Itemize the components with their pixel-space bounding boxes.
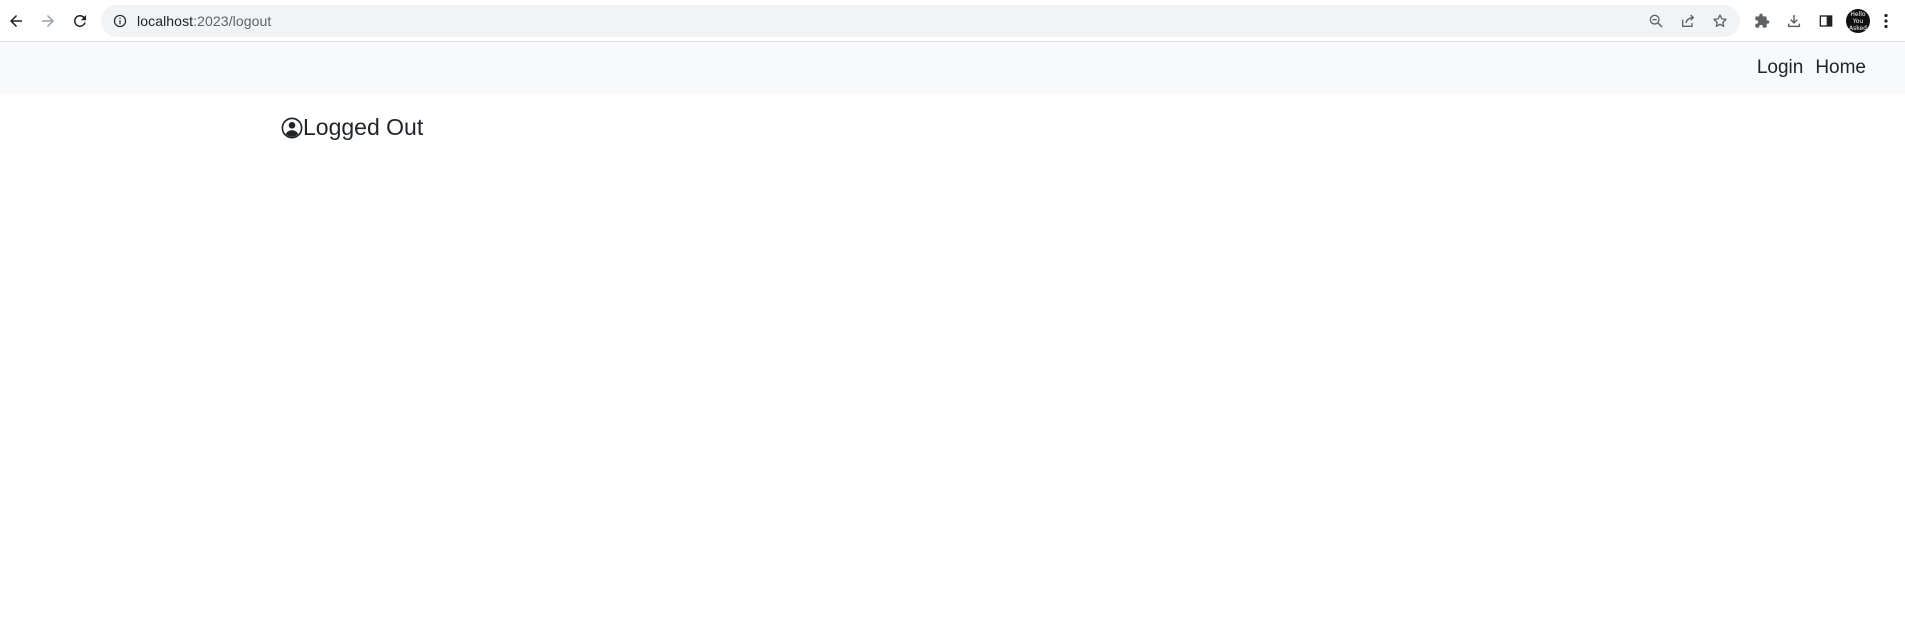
avatar-text: Hello You Asked (1849, 10, 1867, 32)
profile-button[interactable]: Hello You Asked (1842, 5, 1874, 37)
downloads-button[interactable] (1778, 5, 1810, 37)
nav-link-login[interactable]: Login (1751, 57, 1810, 79)
browser-nav-group (0, 5, 96, 37)
forward-button[interactable] (32, 5, 64, 37)
download-icon (1786, 13, 1802, 29)
url-text[interactable]: localhost:2023/logout (137, 13, 271, 29)
extensions-button[interactable] (1746, 5, 1778, 37)
zoom-button[interactable] (1640, 7, 1672, 35)
page-title-text: Logged Out (303, 114, 424, 140)
page-title: Logged Out (281, 114, 423, 141)
url-path: :2023/logout (193, 13, 272, 29)
arrow-left-icon (7, 12, 25, 30)
more-vertical-icon (1883, 13, 1889, 29)
share-icon (1680, 13, 1696, 29)
app-navbar: Login Home (0, 42, 1905, 94)
address-bar[interactable]: localhost:2023/logout (101, 5, 1740, 37)
info-icon[interactable] (111, 12, 129, 30)
side-panel-button[interactable] (1810, 5, 1842, 37)
arrow-right-icon (39, 12, 57, 30)
nav-link-home[interactable]: Home (1809, 57, 1872, 79)
browser-right-actions: Hello You Asked (1746, 5, 1898, 37)
menu-button[interactable] (1874, 5, 1898, 37)
reload-button[interactable] (64, 5, 96, 37)
side-panel-icon (1818, 13, 1834, 29)
url-host: localhost (137, 13, 194, 29)
bookmark-button[interactable] (1704, 7, 1736, 35)
star-icon (1712, 13, 1728, 29)
back-button[interactable] (0, 5, 32, 37)
avatar: Hello You Asked (1846, 9, 1870, 33)
reload-icon (71, 12, 89, 30)
browser-toolbar: localhost:2023/logout Hello You Asked (0, 0, 1905, 42)
omnibox-actions (1640, 7, 1740, 35)
zoom-out-icon (1648, 13, 1664, 29)
puzzle-icon (1754, 13, 1770, 29)
user-circle-icon (281, 117, 303, 139)
share-button[interactable] (1672, 7, 1704, 35)
